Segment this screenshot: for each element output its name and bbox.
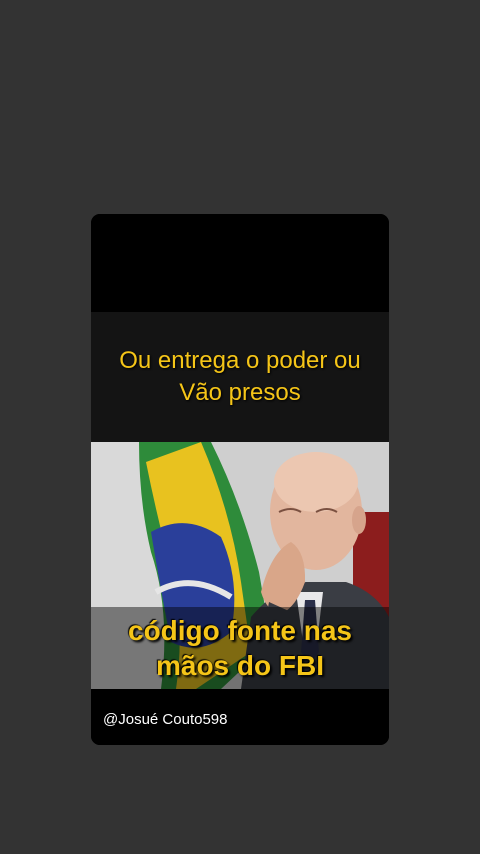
caption-overlay: código fonte nas mãos do FBI xyxy=(91,607,389,689)
caption-line-1: código fonte nas xyxy=(128,615,352,646)
watermark-handle[interactable]: @Josué Couto598 xyxy=(103,711,227,729)
headline-band: Ou entrega o poder ou Vão presos xyxy=(91,312,389,442)
headline-line-2: Vão presos xyxy=(179,379,301,406)
caption-line-2: mãos do FBI xyxy=(155,650,324,681)
card-top-band xyxy=(91,214,389,312)
card-footer: @Josué Couto598 xyxy=(91,689,389,745)
screen: Ou entrega o poder ou Vão presos código … xyxy=(0,0,480,854)
headline-line-1: Ou entrega o poder ou xyxy=(119,347,361,374)
post-card[interactable]: Ou entrega o poder ou Vão presos código … xyxy=(91,214,389,745)
